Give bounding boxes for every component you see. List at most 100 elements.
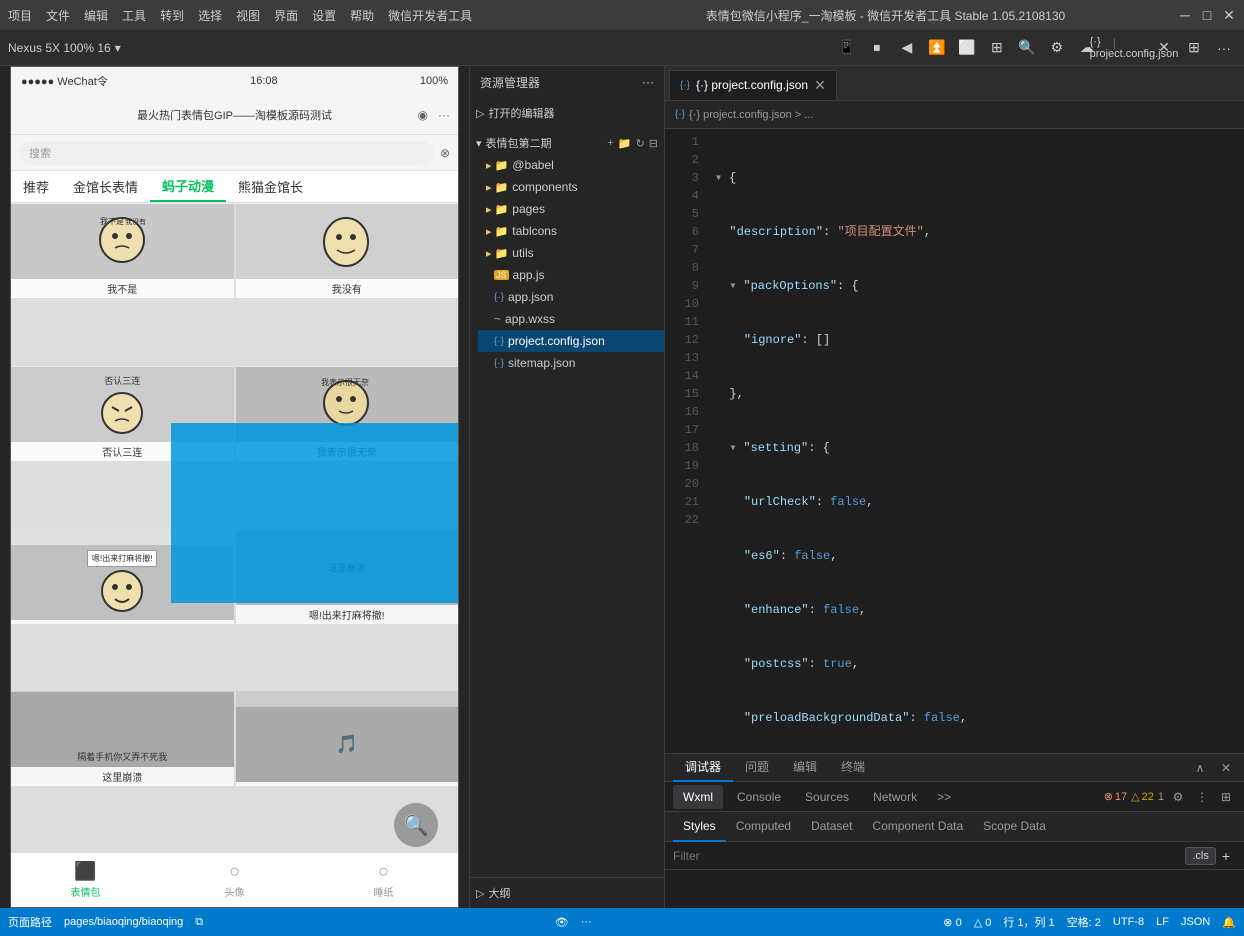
split-panel-icon[interactable]: ⊞ [1182, 36, 1206, 60]
meme-cell-8[interactable]: 🎵 [236, 691, 459, 786]
phone-tab-xiongmao[interactable]: 熊猫金馆长 [226, 171, 315, 202]
file-more-icon[interactable]: ··· [642, 75, 654, 89]
stop-icon[interactable]: ⏹ [865, 36, 889, 60]
menu-settings[interactable]: 设置 [312, 7, 336, 24]
forward-icon[interactable]: ⏫ [925, 36, 949, 60]
inspector-tab-component-data[interactable]: Component Data [862, 812, 973, 842]
debug-menu-icon[interactable]: ⋮ [1192, 787, 1212, 807]
debug-tool-tab-wxml[interactable]: Wxml [673, 785, 723, 809]
menu-edit[interactable]: 编辑 [84, 7, 108, 24]
phone-search-input[interactable]: 搜索 [19, 141, 434, 165]
status-bell[interactable]: 🔔 [1222, 916, 1236, 929]
debug-tool-tab-network[interactable]: Network [863, 785, 927, 809]
status-line-ending[interactable]: LF [1156, 916, 1169, 928]
file-pages[interactable]: ▸ 📁 pages [478, 198, 664, 220]
debug-overflow-icon[interactable]: >> [931, 788, 957, 806]
file-appjs[interactable]: JS app.js [478, 264, 664, 286]
status-spaces[interactable]: 空格: 2 [1067, 914, 1101, 930]
inspector-tab-styles[interactable]: Styles [673, 812, 726, 842]
filter-cls-button[interactable]: .cls [1185, 847, 1216, 865]
status-line[interactable]: 行 1，列 1 [1003, 914, 1054, 930]
phone-more-icon[interactable]: ··· [438, 108, 450, 122]
editor-tab-close[interactable]: ✕ [814, 77, 826, 94]
meme-cell-1[interactable]: 我不是我没有 我不是 [11, 203, 234, 298]
file-projectconfig[interactable]: {·} project.config.json [478, 330, 664, 352]
phone-bottom-tab-biaoqing[interactable]: ⬛ 表情包 [11, 861, 160, 899]
copy-icon[interactable]: ⧉ [195, 916, 203, 929]
back-icon[interactable]: ◀ [895, 36, 919, 60]
fold-arrow-6[interactable]: ▾ [729, 439, 743, 457]
code-editor[interactable]: 1 2 3 4 5 6 7 8 9 10 11 12 13 14 15 16 1… [665, 129, 1244, 753]
add-file-icon[interactable]: + [607, 137, 613, 149]
menu-select[interactable]: 选择 [198, 7, 222, 24]
debug-tab-terminal[interactable]: 终端 [829, 754, 877, 782]
debug-chevron-up-icon[interactable]: ∧ [1190, 758, 1210, 778]
menu-interface[interactable]: 界面 [274, 7, 298, 24]
phone-tab-mazidongman[interactable]: 蚂子动漫 [150, 171, 226, 202]
meme-cell-2[interactable]: 我没有 [236, 203, 459, 298]
menu-file[interactable]: 文件 [46, 7, 70, 24]
fold-arrow-3[interactable]: ▾ [729, 277, 743, 295]
menu-help[interactable]: 帮助 [350, 7, 374, 24]
debug-tool-tab-sources[interactable]: Sources [795, 785, 859, 809]
phone-tab-recommend[interactable]: 推荐 [11, 171, 61, 202]
close-button[interactable]: ✕ [1222, 8, 1236, 22]
maximize-button[interactable]: □ [1200, 8, 1214, 22]
file-components[interactable]: ▸ 📁 components [478, 176, 664, 198]
file-sitemap[interactable]: {·} sitemap.json [478, 352, 664, 374]
project-section-header[interactable]: ▾ 表情包第二期 + 📁 ↻ ⊟ [470, 132, 664, 154]
status-errors[interactable]: ⊗ 0 [943, 916, 961, 929]
file-appjson[interactable]: {·} app.json [478, 286, 664, 308]
search-float-button[interactable]: 🔍 [394, 803, 438, 847]
status-page-path-label[interactable]: 页面路径 [8, 914, 52, 930]
status-encoding[interactable]: UTF-8 [1113, 916, 1144, 928]
debug-tab-issues[interactable]: 问题 [733, 754, 781, 782]
phone-tab-jinguanzhang[interactable]: 金馆长表情 [61, 171, 150, 202]
meme-cell-7[interactable]: 隔着手机你又弄不死我 这里崩溃 [11, 691, 234, 786]
device-selector[interactable]: Nexus 5X 100% 16 ▾ [8, 41, 121, 55]
menu-tools[interactable]: 工具 [122, 7, 146, 24]
status-more-icon[interactable]: ··· [581, 916, 592, 928]
menu-goto[interactable]: 转到 [160, 7, 184, 24]
file-utils[interactable]: ▸ 📁 utils [478, 242, 664, 264]
inspector-tab-dataset[interactable]: Dataset [801, 812, 862, 842]
file-appwxss[interactable]: ~ app.wxss [478, 308, 664, 330]
inspector-tab-scope-data[interactable]: Scope Data [973, 812, 1056, 842]
editor-tab-projectconfig[interactable]: {·} {·} project.config.json ✕ [669, 70, 837, 100]
fold-arrow-1[interactable]: ▾ [715, 169, 729, 187]
status-eye-icon[interactable]: 👁 [555, 916, 569, 929]
home-icon[interactable]: ⬜ [955, 36, 979, 60]
menu-project[interactable]: 项目 [8, 7, 32, 24]
collapse-icon[interactable]: ⊟ [649, 137, 658, 150]
debug-close-icon[interactable]: ✕ [1216, 758, 1236, 778]
filter-input[interactable] [673, 849, 1185, 863]
editor-file-close[interactable]: ✕ [1152, 36, 1176, 60]
minimize-button[interactable]: ─ [1178, 8, 1192, 22]
debug-tool-tab-console[interactable]: Console [727, 785, 791, 809]
phone-bottom-tab-bizhi[interactable]: ○ 睡纸 [309, 861, 458, 899]
file-babel[interactable]: ▸ 📁 @babel [478, 154, 664, 176]
outline-header[interactable]: ▷ 大纲 [470, 882, 664, 904]
open-editors-header[interactable]: ▷ 打开的编辑器 [470, 102, 664, 124]
refresh-icon[interactable]: ↻ [636, 137, 645, 150]
phone-icon[interactable]: 📱 [835, 36, 859, 60]
layout-icon[interactable]: ⊞ [985, 36, 1009, 60]
inspect-icon[interactable]: ⚙ [1045, 36, 1069, 60]
phone-bottom-tab-touxiang[interactable]: ○ 头像 [160, 861, 309, 899]
status-warnings[interactable]: △ 0 [974, 916, 992, 929]
add-folder-icon[interactable]: 📁 [618, 137, 632, 150]
debug-split-icon[interactable]: ⊞ [1216, 787, 1236, 807]
phone-search-close[interactable]: ⊗ [440, 146, 450, 160]
debug-tab-edit[interactable]: 编辑 [781, 754, 829, 782]
status-page-path[interactable]: pages/biaoqing/biaoqing [64, 916, 183, 928]
debug-settings-icon[interactable]: ⚙ [1168, 787, 1188, 807]
search-icon[interactable]: 🔍 [1015, 36, 1039, 60]
menu-view[interactable]: 视图 [236, 7, 260, 24]
inspector-tab-computed[interactable]: Computed [726, 812, 801, 842]
code-content[interactable]: ▾{ "description": "项目配置文件", ▾"packOption… [705, 129, 1244, 753]
filter-add-button[interactable]: + [1216, 846, 1236, 866]
status-format[interactable]: JSON [1181, 916, 1210, 928]
file-tablcons[interactable]: ▸ 📁 tablcons [478, 220, 664, 242]
more-options-icon[interactable]: ··· [1212, 36, 1236, 60]
debug-tab-debugger[interactable]: 调试器 [673, 754, 733, 782]
